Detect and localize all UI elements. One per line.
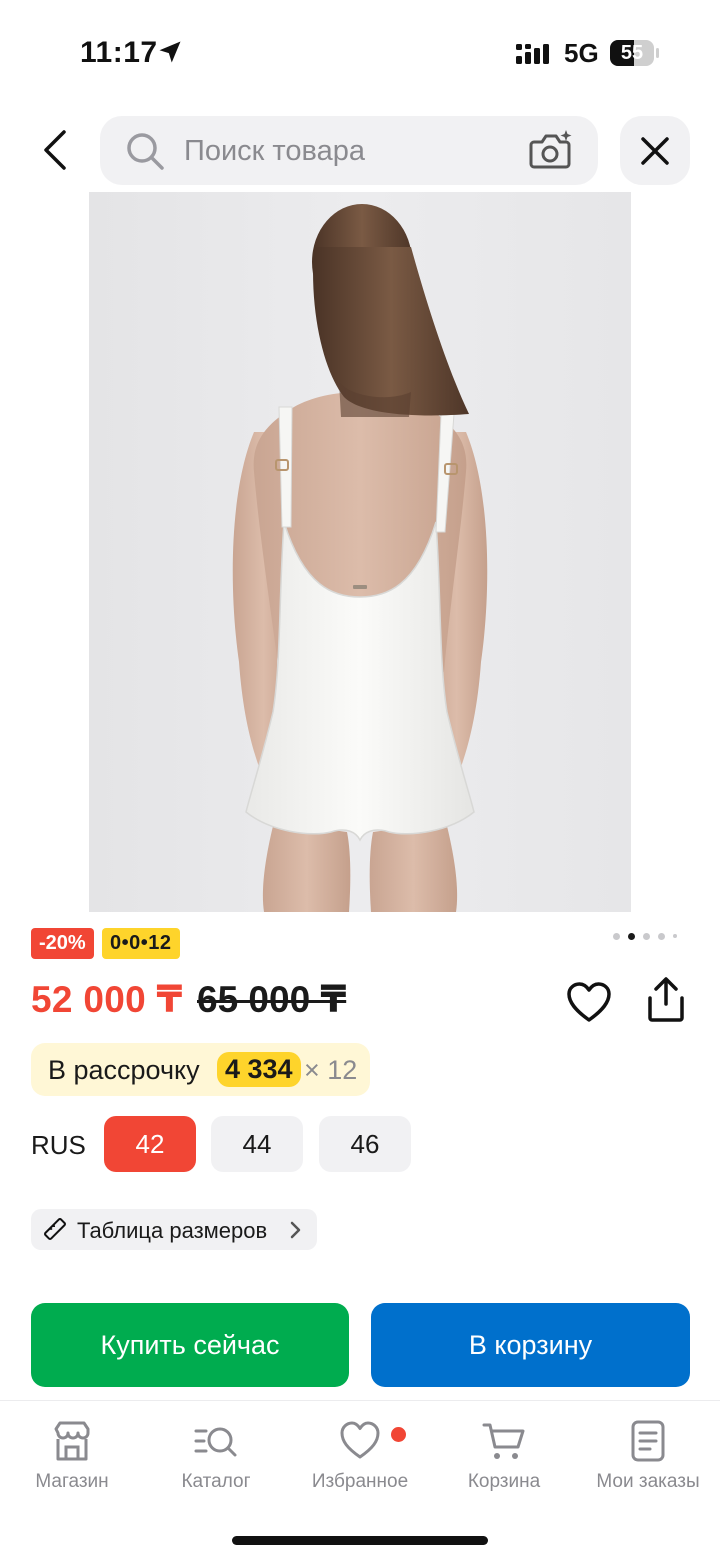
orders-icon <box>631 1420 665 1462</box>
close-button[interactable] <box>620 116 690 185</box>
heart-icon <box>340 1421 380 1459</box>
pager-dot <box>613 932 620 940</box>
ruler-icon <box>44 1218 66 1240</box>
tab-favorites[interactable]: Избранное <box>288 1415 432 1505</box>
battery-percent: 55 <box>620 42 644 64</box>
tab-orders[interactable]: Мои заказы <box>576 1415 720 1505</box>
buy-now-button[interactable]: Купить сейчас <box>31 1303 349 1387</box>
tab-catalog-label: Каталог <box>181 1471 251 1492</box>
back-button[interactable] <box>30 122 80 178</box>
tab-cart-label: Корзина <box>467 1471 541 1492</box>
favorite-heart-icon[interactable] <box>565 980 613 1024</box>
tab-cart[interactable]: Корзина <box>432 1415 576 1505</box>
size-option-44[interactable]: 44 <box>211 1116 303 1172</box>
search-icon <box>127 133 164 170</box>
signal-strength-icon <box>516 44 549 64</box>
network-type: 5G <box>564 38 599 68</box>
swimsuit-photo <box>89 192 631 912</box>
size-system-label: RUS <box>31 1130 86 1160</box>
image-pager-dots <box>613 932 677 940</box>
share-icon[interactable] <box>642 976 690 1024</box>
tab-store[interactable]: Магазин <box>0 1415 144 1505</box>
location-arrow-icon <box>159 41 181 63</box>
status-time: 11:17 <box>80 36 158 69</box>
camera-search-icon[interactable] <box>528 128 574 172</box>
old-price: 65 000 ₸ <box>197 979 347 1020</box>
tab-store-label: Магазин <box>35 1471 109 1492</box>
size-table-link[interactable]: Таблица размеров <box>31 1209 317 1250</box>
installment-info[interactable]: В рассрочку 4 334 × 12 <box>31 1043 370 1096</box>
installment-amount: 4 334 <box>217 1052 301 1087</box>
tab-catalog[interactable]: Каталог <box>144 1415 288 1505</box>
tab-orders-label: Мои заказы <box>596 1471 700 1492</box>
catalog-search-icon <box>194 1427 237 1457</box>
chevron-left-icon <box>44 130 66 170</box>
status-bar: 11:17 5G 55 <box>0 0 720 100</box>
discount-badge: -20% <box>31 928 94 959</box>
size-option-46[interactable]: 46 <box>319 1116 411 1172</box>
battery-icon: 55 <box>610 40 659 66</box>
store-icon <box>54 1421 90 1461</box>
add-to-cart-button[interactable]: В корзину <box>371 1303 690 1387</box>
pager-dot <box>628 932 635 940</box>
size-table-label: Таблица размеров <box>77 1218 268 1243</box>
tab-favorites-label: Избранное <box>311 1471 409 1492</box>
installment-badge: 0•0•12 <box>102 928 180 959</box>
notification-dot <box>391 1427 406 1442</box>
product-image[interactable] <box>89 192 631 912</box>
size-option-42[interactable]: 42 <box>104 1116 196 1172</box>
cart-icon <box>482 1423 525 1459</box>
installment-multiplier: × 12 <box>304 1055 358 1085</box>
installment-label: В рассрочку <box>48 1055 200 1085</box>
home-indicator[interactable] <box>232 1536 488 1545</box>
current-price: 52 000 ₸ <box>31 979 183 1020</box>
search-input[interactable]: Поиск товара <box>100 116 598 185</box>
pager-dot <box>658 932 665 940</box>
pager-dot <box>673 934 677 938</box>
pager-dot <box>643 932 650 940</box>
chevron-right-icon <box>290 1221 301 1239</box>
close-icon <box>641 136 669 165</box>
search-placeholder: Поиск товара <box>184 135 365 167</box>
